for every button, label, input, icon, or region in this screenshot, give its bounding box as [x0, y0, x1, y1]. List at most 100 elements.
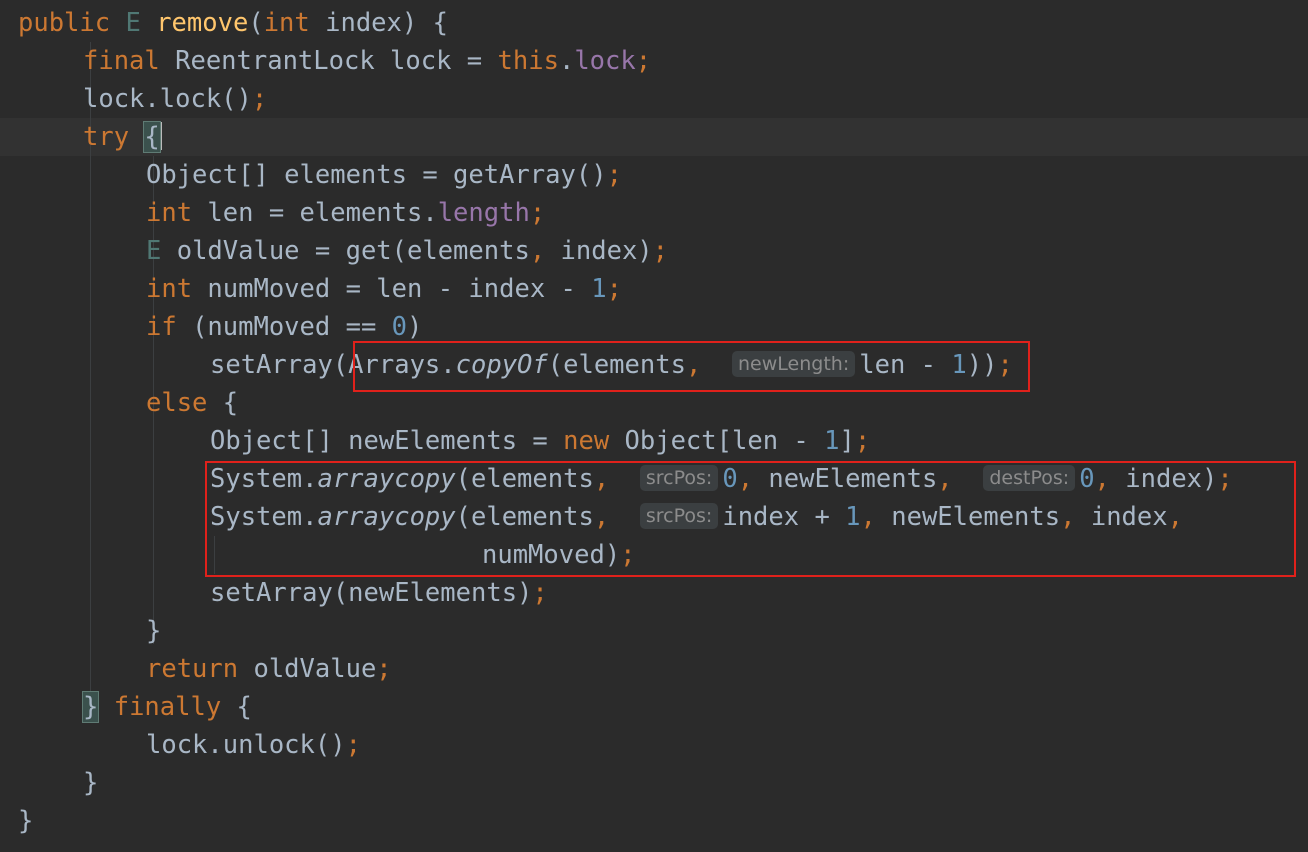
- number-literal: 1: [591, 274, 607, 304]
- keyword: int: [146, 198, 193, 228]
- code-line-2[interactable]: final ReentrantLock lock = this.lock;: [83, 42, 651, 80]
- code-line-18[interactable]: return oldValue;: [146, 650, 392, 688]
- code-text: newElements: [753, 464, 938, 494]
- code-line-4[interactable]: try {: [83, 118, 162, 156]
- comma: ,: [685, 350, 702, 380]
- code-line-21[interactable]: }: [83, 764, 98, 802]
- code-text: (elements: [455, 464, 594, 494]
- code-text: System.: [210, 502, 318, 532]
- text-caret: [159, 122, 162, 150]
- keyword: int: [263, 8, 310, 38]
- parameter-hint: srcPos:: [639, 503, 719, 529]
- semicolon: ;: [620, 540, 636, 570]
- keyword: new: [563, 426, 610, 456]
- code-line-7[interactable]: E oldValue = get(elements, index);: [146, 232, 668, 270]
- paren: )): [966, 350, 998, 380]
- code-line-17[interactable]: }: [146, 612, 161, 650]
- code-line-9[interactable]: if (numMoved == 0): [146, 308, 422, 346]
- semicolon: ;: [376, 654, 392, 684]
- paren: ): [407, 312, 423, 342]
- code-text: Object[] newElements =: [210, 426, 564, 456]
- code-text: index): [1109, 464, 1218, 494]
- code-text: index: [1075, 502, 1168, 532]
- indent-guide: [214, 536, 215, 574]
- code-line-15[interactable]: numMoved);: [482, 536, 636, 574]
- semicolon: ;: [652, 236, 669, 266]
- code-text: len = elements.: [192, 198, 438, 228]
- dot: .: [558, 46, 575, 76]
- semicolon: ;: [606, 274, 622, 304]
- code-text: (elements: [455, 502, 594, 532]
- field: length: [437, 198, 530, 228]
- code-line-6[interactable]: int len = elements.length;: [146, 194, 545, 232]
- static-method: arraycopy: [317, 464, 456, 494]
- comma: ,: [860, 502, 876, 532]
- comma: ,: [593, 502, 610, 532]
- comma: ,: [593, 464, 610, 494]
- number-literal: 1: [951, 350, 967, 380]
- parameter-hint: srcPos:: [639, 465, 719, 491]
- paren: (: [248, 8, 264, 38]
- semicolon: ;: [251, 84, 268, 114]
- code-text: lock.unlock(): [146, 730, 346, 760]
- code-text: lock.lock(): [83, 84, 252, 114]
- code-line-19[interactable]: } finally {: [81, 688, 252, 726]
- static-method: arraycopy: [317, 502, 456, 532]
- semicolon: ;: [1217, 464, 1233, 494]
- code-line-5[interactable]: Object[] elements = getArray();: [146, 156, 622, 194]
- code-line-12[interactable]: Object[] newElements = new Object[len - …: [210, 422, 870, 460]
- code-text: index +: [722, 502, 846, 532]
- code-text: newElements: [875, 502, 1061, 532]
- type-param: E: [146, 236, 162, 266]
- code-line-22[interactable]: }: [18, 802, 33, 840]
- code-text: Object[len -: [609, 426, 825, 456]
- code-text: Object[] elements = getArray(): [146, 160, 607, 190]
- paren: ) {: [401, 8, 448, 38]
- comma: ,: [1094, 464, 1110, 494]
- parameter-hint: newLength:: [732, 351, 856, 377]
- comma: ,: [1167, 502, 1183, 532]
- code-text: System.: [210, 464, 318, 494]
- code-text: len -: [859, 350, 952, 380]
- code-text: (numMoved ==: [176, 312, 392, 342]
- keyword: try: [83, 122, 130, 152]
- code-line-14[interactable]: System.arraycopy(elements, srcPos: index …: [210, 498, 1183, 536]
- code-line-8[interactable]: int numMoved = len - index - 1;: [146, 270, 622, 308]
- code-line-1[interactable]: public E remove(int index) {: [18, 4, 448, 42]
- comma: ,: [529, 236, 546, 266]
- comma: ,: [1060, 502, 1076, 532]
- code-text: setArray(newElements): [210, 578, 533, 608]
- code-line-11[interactable]: else {: [146, 384, 238, 422]
- code-line-10[interactable]: setArray(Arrays.copyOf(elements, newLeng…: [210, 346, 1013, 384]
- matched-brace: {: [143, 121, 161, 153]
- number-literal: 0: [1079, 464, 1095, 494]
- code-text: (elements: [547, 350, 686, 380]
- keyword: public: [18, 8, 111, 38]
- code-editor[interactable]: public E remove(int index) { final Reent…: [0, 0, 1308, 852]
- number-literal: 0: [722, 464, 738, 494]
- semicolon: ;: [997, 350, 1013, 380]
- code-text: setArray(Arrays.: [210, 350, 456, 380]
- parameter-hint: destPos:: [983, 465, 1076, 491]
- matched-brace: }: [81, 691, 100, 723]
- method-name: remove: [156, 8, 249, 38]
- code-text: }: [18, 806, 34, 836]
- param: index: [325, 8, 402, 38]
- keyword: int: [146, 274, 193, 304]
- code-line-16[interactable]: setArray(newElements);: [210, 574, 548, 612]
- code-text: {: [221, 692, 252, 722]
- semicolon: ;: [635, 46, 652, 76]
- number-literal: 0: [391, 312, 408, 342]
- indent-guide: [153, 346, 154, 384]
- code-line-13[interactable]: System.arraycopy(elements, srcPos: 0, new…: [210, 460, 1233, 498]
- current-line-highlight: [0, 118, 1308, 156]
- keyword: return: [146, 654, 239, 684]
- code-line-20[interactable]: lock.unlock();: [146, 726, 361, 764]
- static-method: copyOf: [455, 350, 548, 380]
- code-text: oldValue: [238, 654, 377, 684]
- code-line-3[interactable]: lock.lock();: [83, 80, 267, 118]
- semicolon: ;: [532, 578, 548, 608]
- comma: ,: [937, 464, 953, 494]
- code-text: {: [207, 388, 239, 418]
- number-literal: 1: [845, 502, 861, 532]
